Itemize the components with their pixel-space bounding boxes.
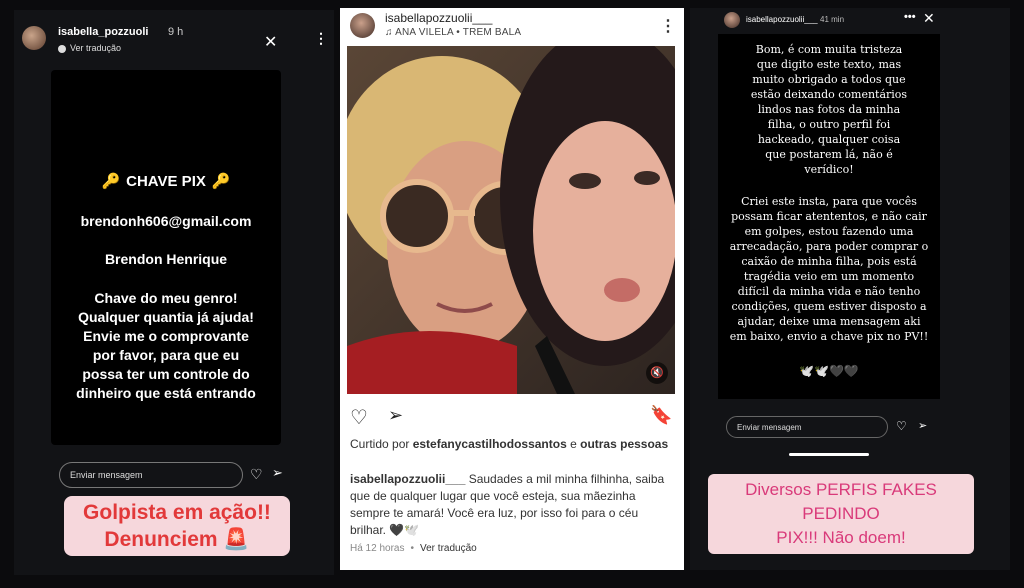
translate-icon [58, 44, 66, 53]
pix-title: CHAVE PIX [126, 173, 206, 190]
warning-sticker: Golpista em ação!! Denunciem 🚨 [64, 496, 290, 556]
text-line: Criei este insta, para que vocês [741, 195, 917, 208]
more-options-icon[interactable]: ••• [904, 11, 916, 23]
left-story: isabella_pozzuoli 9 h Ver tradução ✕ ⋮ 🔑… [14, 10, 334, 575]
avatar[interactable] [724, 12, 740, 28]
caption-username[interactable]: isabellapozzuolii___ [350, 472, 465, 486]
text-line: tragédia veio em um momento [743, 270, 915, 283]
dot-separator: • [410, 543, 414, 554]
text-line: possam ficar atententos, e não cair [731, 210, 927, 223]
close-icon[interactable]: ✕ [923, 10, 935, 27]
text-line: arrecadação, para poder comprar o [729, 240, 929, 253]
sticker-line: Diversos PERFIS FAKES PEDINDO [745, 480, 937, 523]
instagram-post: isabellapozzuolii___ ♫ ANA VILELA • TREM… [340, 8, 684, 570]
text-line: difícil da minha vida e não tenho [737, 285, 921, 298]
message-line: Qualquer quantia já ajuda! [78, 309, 254, 325]
pix-title-row: 🔑 CHAVE PIX 🔑 [51, 172, 281, 190]
music-note-icon: ♫ [385, 27, 396, 38]
text-line: ajudar, deixe uma mensagem aki [737, 315, 921, 328]
avatar[interactable] [350, 13, 375, 38]
post-music[interactable]: ♫ ANA VILELA • TREM BALA [385, 27, 521, 38]
translate-link[interactable]: Ver tradução [58, 43, 121, 53]
story-content-panel: Bom, é com muita tristeza que digito est… [718, 34, 940, 399]
text-line: em golpes, estou fazendo uma [744, 225, 914, 238]
text-line: caixão de minha filha, pois está [741, 255, 917, 268]
heart-icon[interactable]: ♡ [250, 466, 263, 483]
liked-suffix: e [566, 437, 581, 451]
text-line: hackeado, qualquer coisa [757, 133, 901, 146]
text-line: em baixo, envio a chave pix no PV!! [729, 330, 929, 343]
more-options-icon[interactable]: ⋮ [314, 30, 328, 47]
post-username[interactable]: isabellapozzuolii___ [385, 11, 492, 25]
message-line: possa ter um controle do [82, 366, 250, 382]
pix-name: Brendon Henrique [104, 251, 228, 267]
close-icon[interactable]: ✕ [264, 32, 277, 52]
key-icon: 🔑 [101, 173, 121, 190]
reply-input[interactable]: Enviar mensagem [59, 462, 243, 488]
story-time: 41 min [820, 15, 845, 24]
story-username[interactable]: isabellapozzuolii___ [746, 15, 818, 24]
mute-icon[interactable]: 🔇 [646, 362, 668, 384]
text-line: lindos nas fotos da minha [757, 103, 901, 116]
music-label: ANA VILELA • TREM BALA [395, 27, 522, 38]
post-photo[interactable] [347, 46, 675, 394]
post-actions: ♡ ➢ 🔖 [350, 405, 676, 430]
pix-email: brendonh606@gmail.com [80, 213, 252, 229]
message-line: Envie me o comprovante [83, 328, 249, 344]
message-line: dinheiro que está entrando [76, 385, 256, 401]
liked-by: Curtido por estefanycastilhodossantos e … [350, 436, 670, 452]
sticker-line: Golpista em ação!! [83, 501, 271, 524]
more-options-icon[interactable]: ⋮ [660, 16, 676, 36]
text-line: filha, o outro perfil foi [767, 118, 891, 131]
liked-prefix: Curtido por [350, 437, 413, 451]
share-icon[interactable]: ➢ [388, 405, 403, 426]
message-line: Chave do meu genro! [94, 290, 238, 306]
bookmark-icon[interactable]: 🔖 [650, 405, 672, 426]
warning-sticker: Diversos PERFIS FAKES PEDINDO PIX!!! Não… [708, 474, 974, 554]
text-line: condições, quem estiver disposto a [731, 300, 927, 313]
translate-link[interactable]: Ver tradução [420, 543, 477, 554]
key-icon: 🔑 [211, 173, 231, 190]
post-time: Há 12 horas [350, 543, 405, 554]
screenshot-collage: isabella_pozzuoli 9 h Ver tradução ✕ ⋮ 🔑… [0, 0, 1024, 588]
text-line: Bom, é com muita tristeza [755, 43, 903, 56]
story-content-panel: 🔑 CHAVE PIX 🔑 brendonh606@gmail.com Brendo… [51, 70, 281, 445]
send-icon[interactable]: ➢ [918, 419, 927, 432]
heart-icon[interactable]: ♡ [896, 419, 907, 433]
translate-label: Ver tradução [70, 43, 122, 53]
sticker-line: PIX!!! Não doem! [776, 528, 906, 547]
text-line: que postarem lá, não é [765, 148, 893, 161]
text-line: muito obrigado a todos que [752, 73, 906, 86]
like-icon[interactable]: ♡ [350, 405, 368, 430]
text-line: que digito este texto, mas [756, 58, 902, 71]
dove-heart-emojis: 🕊️🕊️🖤🖤 [799, 364, 859, 378]
send-icon[interactable]: ➢ [272, 465, 283, 481]
text-line: estão deixando comentários [750, 88, 908, 101]
message-line: por favor, para que eu [92, 347, 240, 363]
story-time: 9 h [168, 26, 184, 38]
home-indicator [789, 453, 869, 456]
story-username[interactable]: isabella_pozzuoli [58, 26, 148, 38]
text-line: verídico! [804, 163, 854, 176]
reply-input[interactable]: Enviar mensagem [726, 416, 888, 438]
post-meta: Há 12 horas • Ver tradução [350, 543, 483, 554]
liked-others[interactable]: outras pessoas [580, 437, 668, 451]
liked-user[interactable]: estefanycastilhodossantos [413, 437, 567, 451]
right-story: isabellapozzuolii___ 41 min ••• ✕ Bom, é… [690, 8, 1010, 570]
sticker-line: Denunciem 🚨 [104, 528, 250, 551]
avatar[interactable] [22, 26, 46, 50]
post-caption: isabellapozzuolii___ Saudades a mil minh… [350, 471, 674, 539]
selfie-illustration [347, 46, 675, 394]
